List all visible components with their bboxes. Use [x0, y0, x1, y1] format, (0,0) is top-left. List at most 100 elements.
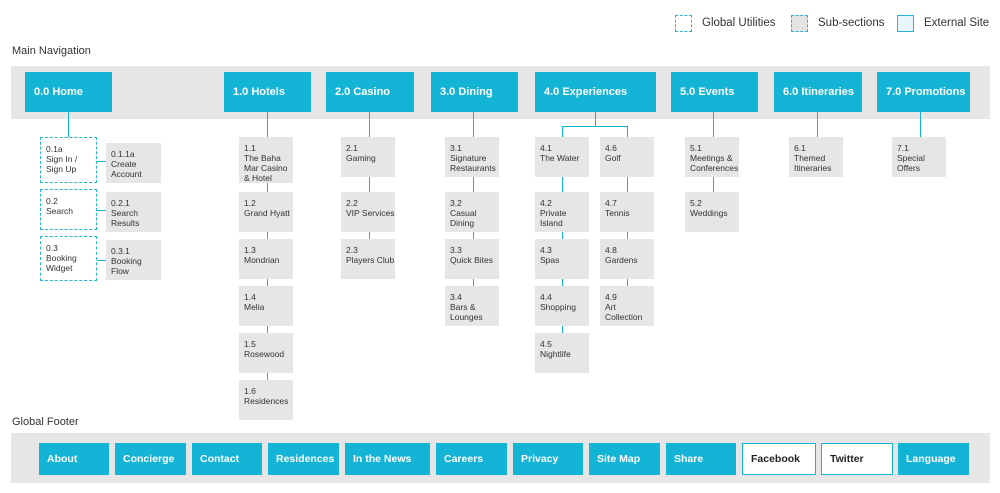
node-4-3[interactable]: 4.3 Spas [535, 239, 589, 279]
node-1-1[interactable]: 1.1 The Baha Mar Casino & Hotel [239, 137, 293, 183]
node-number: 1.4 [244, 292, 256, 302]
node-number: 4.9 [605, 292, 617, 302]
node-label: Sign In / Sign Up [46, 154, 78, 174]
nav-experiences[interactable]: 4.0 Experiences [535, 72, 656, 112]
node-label: Create Account [111, 159, 142, 179]
node-number: 5.1 [690, 143, 702, 153]
node-label: Search [46, 206, 73, 216]
node-5-2[interactable]: 5.2 Weddings [685, 192, 739, 232]
node-label: Golf [605, 153, 621, 163]
node-1-3[interactable]: 1.3 Mondrian [239, 239, 293, 279]
footer-in-the-news[interactable]: In the News [345, 443, 430, 475]
node-label: Special Offers [897, 153, 925, 173]
node-number: 1.5 [244, 339, 256, 349]
node-label: Mondrian [244, 255, 280, 265]
node-3-1[interactable]: 3.1 Signature Restaurants [445, 137, 499, 177]
footer-residences[interactable]: Residences [268, 443, 339, 475]
footer-concierge[interactable]: Concierge [115, 443, 186, 475]
node-number: 2.2 [346, 198, 358, 208]
node-2-3[interactable]: 2.3 Players Club [341, 239, 395, 279]
node-label: Tennis [605, 208, 630, 218]
nav-casino[interactable]: 2.0 Casino [326, 72, 414, 112]
node-number: 1.6 [244, 386, 256, 396]
footer-privacy[interactable]: Privacy [513, 443, 583, 475]
footer-share[interactable]: Share [666, 443, 736, 475]
nav-events[interactable]: 5.0 Events [671, 72, 758, 112]
node-number: 0.3.1 [111, 246, 130, 256]
node-label: Gaming [346, 153, 376, 163]
node-0-2[interactable]: 0.2 Search [40, 189, 97, 230]
node-4-9[interactable]: 4.9 Art Collection [600, 286, 654, 326]
legend-label-external: External Site [924, 17, 990, 29]
node-4-4[interactable]: 4.4 Shopping [535, 286, 589, 326]
node-3-4[interactable]: 3.4 Bars & Lounges [445, 286, 499, 326]
node-label: Weddings [690, 208, 728, 218]
connector-4-3 [562, 232, 563, 239]
node-2-2[interactable]: 2.2 VIP Services [341, 192, 395, 232]
node-number: 2.1 [346, 143, 358, 153]
node-3-2[interactable]: 3.2 Casual Dining [445, 192, 499, 232]
node-label: Themed Itineraries [794, 153, 832, 173]
connector-3-3 [473, 232, 474, 239]
node-label: Signature Restaurants [450, 153, 496, 173]
node-number: 6.1 [794, 143, 806, 153]
node-number: 4.8 [605, 245, 617, 255]
footer-contact[interactable]: Contact [192, 443, 262, 475]
node-number: 0.1.1a [111, 149, 135, 159]
nav-itineraries[interactable]: 6.0 Itineraries [774, 72, 862, 112]
node-0-3-1[interactable]: 0.3.1 Booking Flow [106, 240, 161, 280]
node-0-3[interactable]: 0.3 Booking Widget [40, 236, 97, 281]
node-3-3[interactable]: 3.3 Quick Bites [445, 239, 499, 279]
global-footer-label: Global Footer [12, 416, 79, 428]
node-7-1[interactable]: 7.1 Special Offers [892, 137, 946, 177]
node-0-1-1a[interactable]: 0.1.1a Create Account [106, 143, 161, 183]
legend-swatch-external [897, 14, 914, 32]
node-4-5[interactable]: 4.5 Nightlife [535, 333, 589, 373]
node-1-2[interactable]: 1.2 Grand Hyatt [239, 192, 293, 232]
node-number: 0.3 [46, 243, 58, 253]
node-label: Search Results [111, 208, 140, 228]
footer-careers[interactable]: Careers [436, 443, 507, 475]
node-label: Grand Hyatt [244, 208, 290, 218]
node-number: 4.3 [540, 245, 552, 255]
node-label: The Baha Mar Casino & Hotel [244, 153, 288, 183]
connector-1-6 [267, 373, 268, 380]
node-label: Quick Bites [450, 255, 493, 265]
node-4-2[interactable]: 4.2 Private Island [535, 192, 589, 232]
node-4-8[interactable]: 4.8 Gardens [600, 239, 654, 279]
node-number: 1.2 [244, 198, 256, 208]
connector-experiences [595, 112, 596, 126]
node-label: Casual Dining [450, 208, 477, 228]
node-number: 1.3 [244, 245, 256, 255]
nav-dining[interactable]: 3.0 Dining [431, 72, 518, 112]
node-number: 4.4 [540, 292, 552, 302]
node-0-2-1[interactable]: 0.2.1 Search Results [106, 192, 161, 232]
node-6-1[interactable]: 6.1 Themed Itineraries [789, 137, 843, 177]
footer-twitter[interactable]: Twitter [821, 443, 893, 475]
node-1-5[interactable]: 1.5 Rosewood [239, 333, 293, 373]
connector-4-4 [562, 279, 563, 286]
legend-label-global: Global Utilities [702, 17, 776, 29]
node-label: Residences [244, 396, 289, 406]
node-2-1[interactable]: 2.1 Gaming [341, 137, 395, 177]
node-number: 0.2.1 [111, 198, 130, 208]
node-5-1[interactable]: 5.1 Meetings & Conferences [685, 137, 739, 177]
nav-promotions[interactable]: 7.0 Promotions [877, 72, 970, 112]
footer-site-map[interactable]: Site Map [589, 443, 660, 475]
nav-home[interactable]: 0.0 Home [25, 72, 112, 112]
footer-language[interactable]: Language [898, 443, 969, 475]
connector-4-1 [562, 126, 563, 137]
node-number: 5.2 [690, 198, 702, 208]
node-4-6[interactable]: 4.6 Golf [600, 137, 654, 177]
footer-about[interactable]: About [39, 443, 109, 475]
node-1-4[interactable]: 1.4 Melia [239, 286, 293, 326]
node-number: 3.4 [450, 292, 462, 302]
footer-facebook[interactable]: Facebook [742, 443, 816, 475]
node-4-1[interactable]: 4.1 The Water [535, 137, 589, 177]
legend-external-site: External Site [897, 14, 989, 32]
node-1-6[interactable]: 1.6 Residences [239, 380, 293, 420]
node-4-7[interactable]: 4.7 Tennis [600, 192, 654, 232]
connector-experiences-split [562, 126, 628, 127]
nav-hotels[interactable]: 1.0 Hotels [224, 72, 311, 112]
node-0-1a[interactable]: 0.1a Sign In / Sign Up [40, 137, 97, 183]
